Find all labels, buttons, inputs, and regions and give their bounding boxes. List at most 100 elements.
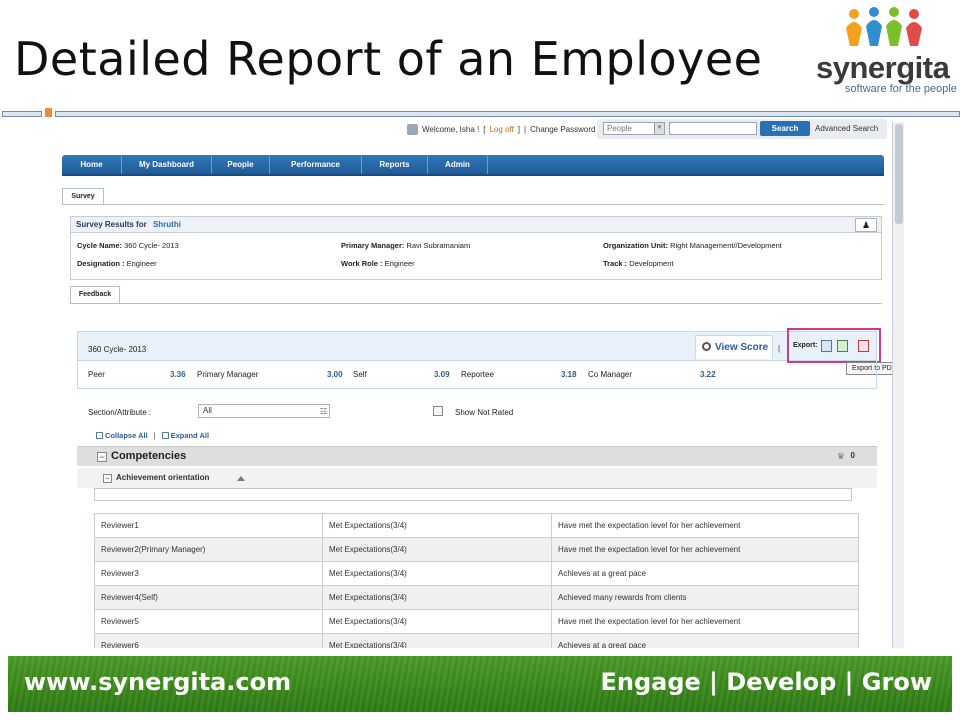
- minus-icon[interactable]: −: [103, 474, 112, 483]
- person-menu-icon[interactable]: ♟: [855, 218, 877, 232]
- tab-feedback[interactable]: Feedback: [70, 286, 120, 303]
- table-row: Reviewer2(Primary Manager) Met Expectati…: [94, 537, 859, 562]
- controls-separator: |: [153, 431, 156, 440]
- logo-wordmark: synergita: [816, 50, 950, 85]
- primary-manager-info: Primary Manager: Ravi Subramaniam: [341, 241, 471, 250]
- rating-cell: Met Expectations(3/4): [322, 609, 552, 634]
- survey-results-heading: Survey Results for: [76, 220, 147, 229]
- table-row: Reviewer5 Met Expectations(3/4) Have met…: [94, 609, 859, 634]
- advanced-search-link[interactable]: Advanced Search: [815, 124, 878, 133]
- comment-cell: Achieves at a great pace: [551, 561, 859, 586]
- bracket-open: [: [483, 125, 486, 134]
- welcome-text: Welcome, Isha !: [422, 125, 480, 134]
- trophy-icon: ♛: [836, 451, 845, 461]
- view-score-label: View Score: [715, 342, 769, 353]
- designation-info: Designation : Engineer: [77, 259, 157, 268]
- tab-divider: [62, 204, 884, 205]
- export-word-icon[interactable]: [821, 340, 832, 352]
- search-area: People ▼ Search Advanced Search: [597, 119, 887, 139]
- survey-results-panel: Survey Results for Shruthi ♟ Cycle Name:…: [70, 216, 882, 280]
- export-group: Export:: [787, 328, 881, 363]
- scrollbar-thumb[interactable]: [895, 124, 903, 224]
- employee-name[interactable]: Shruthi: [153, 220, 181, 229]
- show-not-rated-label: Show Not Rated: [455, 408, 514, 417]
- footer-banner: www.synergita.com Engage | Develop | Gro…: [8, 656, 952, 712]
- expand-icon: [161, 432, 169, 439]
- app-window: Welcome, Isha ! [ Log off ] | Change Pas…: [52, 118, 904, 648]
- bracket-close: ]: [517, 125, 521, 134]
- table-row: Reviewer6 Met Expectations(3/4) Achieves…: [94, 633, 859, 648]
- collapse-all-link[interactable]: Collapse All: [96, 431, 148, 440]
- rating-cell: Met Expectations(3/4): [322, 513, 552, 538]
- competencies-header: − Competencies ♛ 0: [77, 446, 877, 466]
- top-bar: Welcome, Isha ! [ Log off ] | Change Pas…: [52, 118, 904, 140]
- score-label-peer: Peer: [88, 370, 105, 379]
- cycle-panel-title: 360 Cycle- 2013: [88, 345, 147, 354]
- welcome-area: Welcome, Isha ! [ Log off ] | Change Pas…: [407, 124, 595, 135]
- change-password-link[interactable]: Change Password: [530, 125, 595, 134]
- reviewer-cell: Reviewer1: [94, 513, 323, 538]
- caret-up-icon[interactable]: [237, 476, 245, 481]
- achievement-orientation-header: − Achievement orientation: [77, 468, 877, 488]
- synergita-logo: synergita software for the people: [812, 6, 957, 98]
- feedback-tab-divider: [70, 303, 882, 304]
- reviews-table: Reviewer1 Met Expectations(3/4) Have met…: [94, 513, 859, 648]
- comment-cell: Achieves at a great pace: [551, 633, 859, 648]
- chevron-down-icon[interactable]: ▼: [654, 123, 664, 134]
- user-avatar-icon: [407, 124, 418, 135]
- search-scope-select[interactable]: People ▼: [603, 122, 665, 135]
- search-button[interactable]: Search: [760, 121, 810, 136]
- score-label-reportee: Reportee: [461, 370, 494, 379]
- show-not-rated-checkbox[interactable]: [433, 406, 443, 416]
- score-value-peer: 3.36: [170, 370, 186, 379]
- nav-reports[interactable]: Reports: [362, 155, 428, 174]
- nav-admin[interactable]: Admin: [428, 155, 488, 174]
- survey-results-header: Survey Results for Shruthi: [71, 217, 881, 233]
- export-excel-icon[interactable]: [837, 340, 848, 352]
- search-scope-value: People: [607, 124, 632, 133]
- section-attribute-value: All: [203, 406, 212, 415]
- view-score-button[interactable]: View Score: [695, 335, 773, 359]
- search-input[interactable]: [669, 122, 757, 135]
- score-label-primary-manager: Primary Manager: [197, 370, 259, 379]
- rating-cell: Met Expectations(3/4): [322, 537, 552, 562]
- collapse-icon: [96, 432, 103, 439]
- nav-performance[interactable]: Performance: [270, 155, 362, 174]
- main-nav: Home My Dashboard People Performance Rep…: [62, 155, 884, 174]
- comment-cell: Have met the expectation level for her a…: [551, 513, 859, 538]
- collapse-expand-controls: Collapse All | Expand All: [96, 431, 209, 440]
- rating-cell: Met Expectations(3/4): [322, 585, 552, 610]
- reviewer-cell: Reviewer2(Primary Manager): [94, 537, 323, 562]
- logo-tagline: software for the people: [845, 83, 957, 95]
- minus-icon[interactable]: −: [97, 452, 107, 462]
- comment-cell: Have met the expectation level for her a…: [551, 609, 859, 634]
- score-value-reportee: 3.18: [561, 370, 577, 379]
- comment-cell: Achieved many rewards from clients: [551, 585, 859, 610]
- vertical-scrollbar[interactable]: [892, 122, 904, 648]
- nav-people[interactable]: People: [212, 155, 270, 174]
- logoff-link[interactable]: Log off: [489, 125, 513, 134]
- nav-my-dashboard[interactable]: My Dashboard: [122, 155, 212, 174]
- cycle-name-info: Cycle Name: 360 Cycle- 2013: [77, 241, 179, 250]
- expand-all-link[interactable]: Expand All: [161, 431, 209, 440]
- export-pdf-icon[interactable]: [858, 340, 869, 352]
- search-icon: [702, 342, 711, 351]
- footer-url: www.synergita.com: [24, 668, 292, 696]
- tab-survey[interactable]: Survey: [62, 188, 104, 204]
- reviewer-cell: Reviewer3: [94, 561, 323, 586]
- reviewer-cell: Reviewer6: [94, 633, 323, 648]
- table-row: Reviewer1 Met Expectations(3/4) Have met…: [94, 513, 859, 538]
- tree-icon[interactable]: ☷: [320, 406, 327, 418]
- comment-cell: Have met the expectation level for her a…: [551, 537, 859, 562]
- cycle-panel: 360 Cycle- 2013 View Score |: [77, 331, 877, 361]
- score-label-co-manager: Co Manager: [588, 370, 633, 379]
- competencies-count: 0: [850, 451, 855, 460]
- table-row: Reviewer3 Met Expectations(3/4) Achieves…: [94, 561, 859, 586]
- org-unit-info: Organization Unit: Right Management//Dev…: [603, 241, 782, 250]
- achievement-score-bar: [94, 488, 852, 501]
- nav-home[interactable]: Home: [62, 155, 122, 174]
- score-value-co-manager: 3.22: [700, 370, 716, 379]
- section-attribute-field[interactable]: All ☷: [198, 404, 330, 418]
- topbar-separator: |: [524, 125, 527, 134]
- pipe-separator: |: [778, 344, 781, 353]
